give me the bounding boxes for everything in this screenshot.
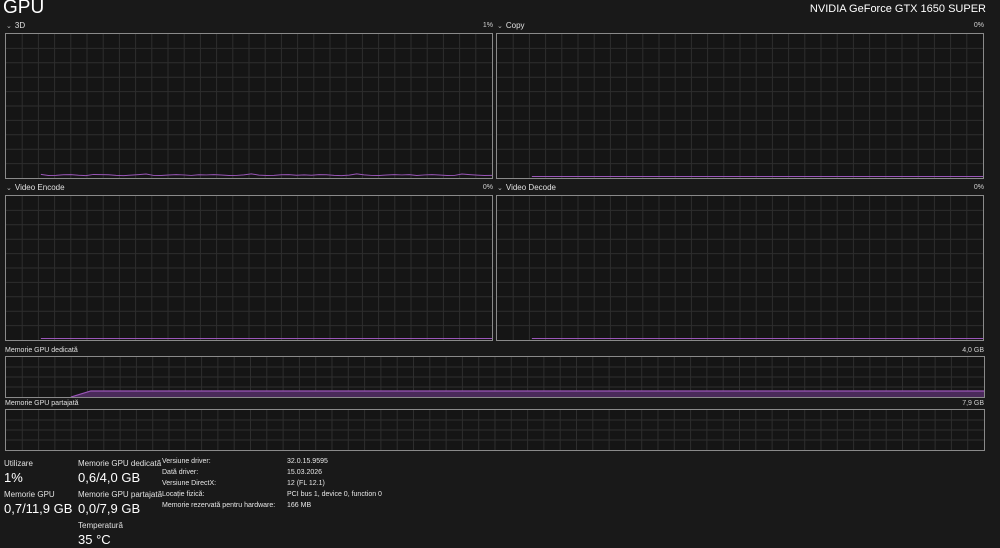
engine-graph-video-decode[interactable] — [496, 195, 984, 341]
info-key: Versiune driver: — [162, 458, 211, 465]
info-key: Locație fizică: — [162, 491, 205, 498]
engine-percent: 0% — [973, 22, 984, 29]
engine-percent: 0% — [973, 184, 984, 191]
engine-label: Video Decode — [505, 183, 556, 192]
shared-memory-value: 0,0/7,9 GB — [78, 501, 141, 516]
memory-chart — [6, 410, 984, 450]
engine-percent: 1% — [482, 22, 493, 29]
engine-selector-copy[interactable]: ⌄ Copy — [497, 21, 525, 30]
engine-graph-video-encode[interactable] — [5, 195, 493, 341]
utilization-label: Utilizare — [4, 459, 33, 468]
usage-area — [70, 391, 984, 397]
utilization-chart — [6, 196, 492, 340]
utilization-chart — [497, 34, 983, 178]
engine-selector-video-encode[interactable]: ⌄ Video Encode — [6, 183, 65, 192]
engine-label: Copy — [505, 21, 525, 30]
engine-percent: 0% — [482, 184, 493, 191]
shared-memory-graph[interactable] — [5, 409, 985, 451]
usage-line — [40, 173, 492, 177]
dedicated-memory-graph-label: Memorie GPU dedicată — [5, 347, 78, 354]
utilization-chart — [6, 34, 492, 178]
engine-graph-3d[interactable] — [5, 33, 493, 179]
temperature-label: Temperatură — [78, 521, 123, 530]
gpu-memory-value: 0,7/11,9 GB — [4, 501, 73, 516]
utilization-value: 1% — [4, 470, 23, 485]
chevron-down-icon: ⌄ — [6, 23, 12, 30]
dedicated-memory-graph[interactable] — [5, 356, 985, 398]
info-key: Memorie rezervată pentru hardware: — [162, 502, 276, 509]
shared-memory-label: Memorie GPU partajată — [78, 490, 163, 499]
engine-selector-video-decode[interactable]: ⌄ Video Decode — [497, 183, 556, 192]
shared-memory-graph-label: Memorie GPU partajată — [5, 400, 79, 407]
info-value: 32.0.15.9595 — [287, 458, 328, 465]
dedicated-memory-value: 0,6/4,0 GB — [78, 470, 141, 485]
dedicated-memory-max: 4,0 GB — [962, 347, 984, 354]
memory-chart — [6, 357, 984, 397]
utilization-chart — [497, 196, 983, 340]
info-value: 15.03.2026 — [287, 469, 323, 476]
engine-label: 3D — [14, 21, 26, 30]
engine-label: Video Encode — [14, 183, 65, 192]
chevron-down-icon: ⌄ — [6, 185, 12, 192]
info-value: 166 MB — [287, 502, 312, 509]
info-key: Versiune DirectX: — [162, 480, 217, 487]
engine-graph-copy[interactable] — [496, 33, 984, 179]
page-title: GPU — [3, 0, 45, 18]
info-key: Dată driver: — [162, 469, 199, 476]
chevron-down-icon: ⌄ — [497, 23, 503, 30]
gpu-memory-label: Memorie GPU — [4, 490, 55, 499]
gpu-device-name: NVIDIA GeForce GTX 1650 SUPER — [809, 3, 986, 15]
shared-memory-max: 7,9 GB — [962, 400, 984, 407]
info-value: PCI bus 1, device 0, function 0 — [287, 491, 382, 498]
info-value: 12 (FL 12.1) — [287, 480, 325, 487]
engine-selector-3d[interactable]: ⌄ 3D — [6, 21, 25, 30]
chevron-down-icon: ⌄ — [497, 185, 503, 192]
temperature-value: 35 °C — [78, 532, 111, 547]
dedicated-memory-label: Memorie GPU dedicată — [78, 459, 162, 468]
